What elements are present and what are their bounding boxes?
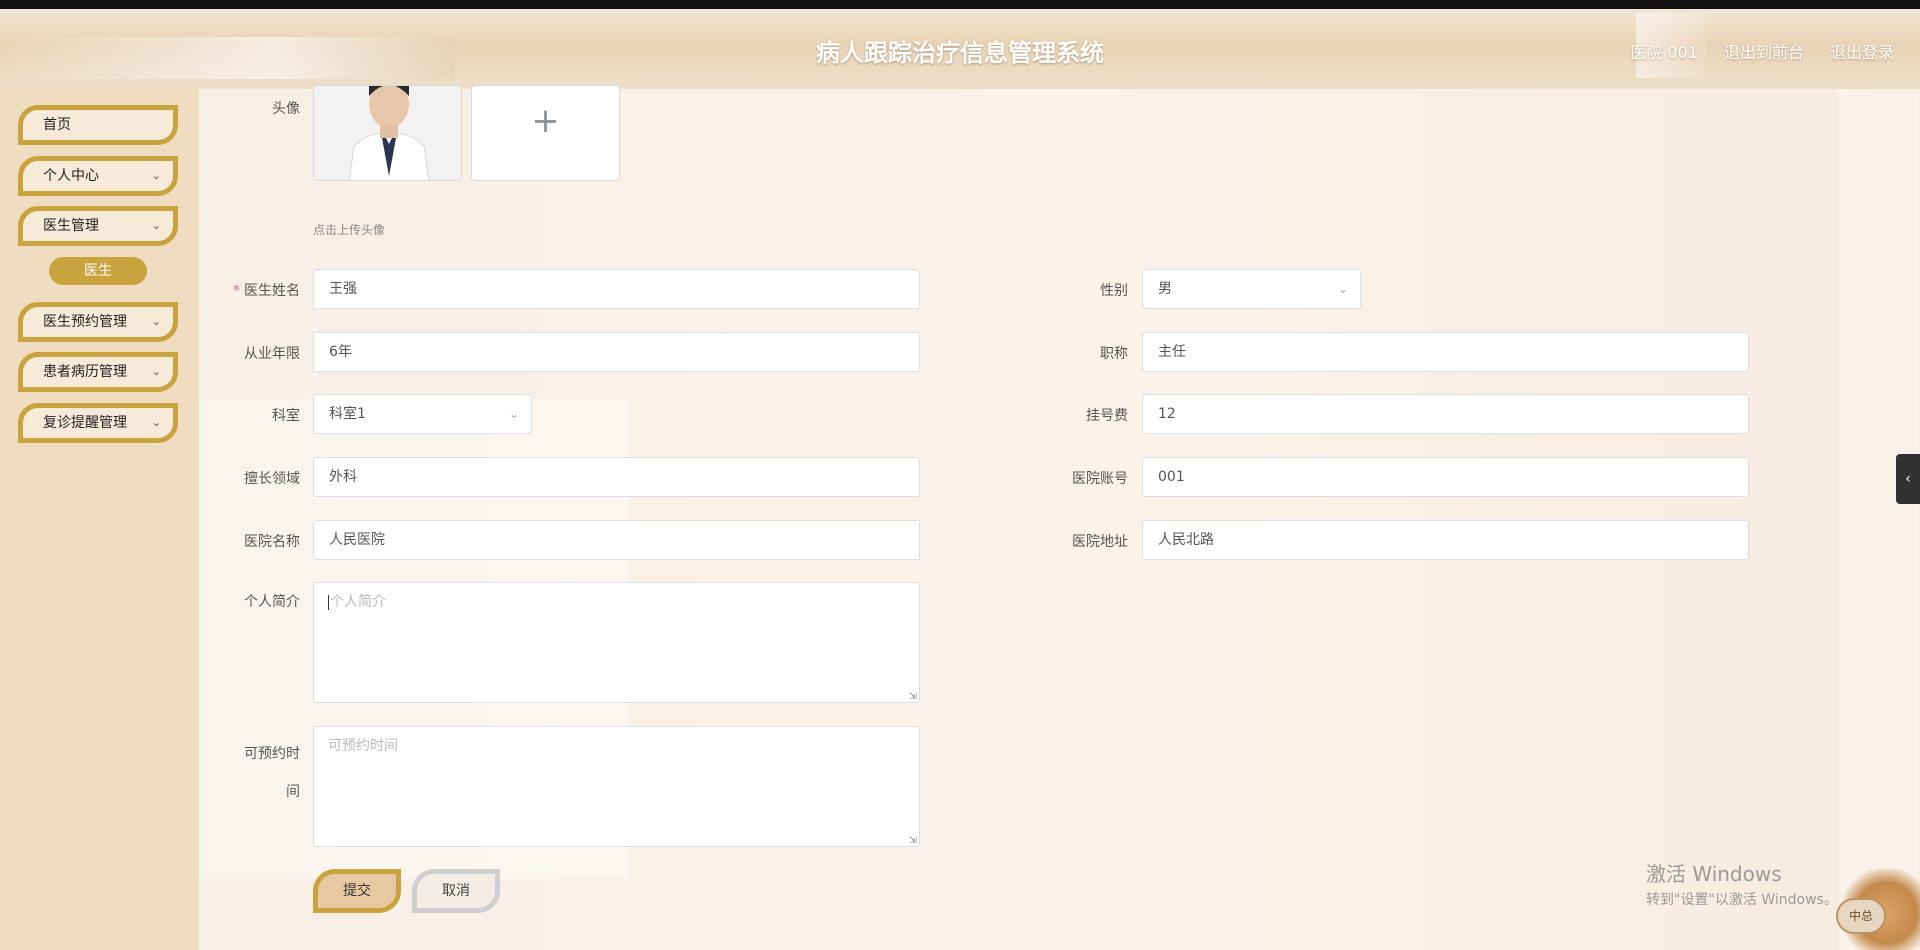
exit-to-front-link[interactable]: 退出到前台 — [1724, 39, 1804, 63]
sidebar-item-label: 首页 — [43, 117, 71, 133]
sidebar-item-medical-record-management[interactable]: 患者病历管理 ⌄ — [18, 352, 178, 392]
header-actions: 医院 001 退出到前台 退出登录 — [1630, 39, 1894, 63]
chevron-down-icon: ⌄ — [508, 407, 519, 421]
years-input[interactable]: 6年 — [313, 332, 920, 372]
resize-handle-icon[interactable]: ⇲ — [909, 835, 917, 846]
sidebar-item-label: 医生预约管理 — [43, 314, 127, 330]
chevron-down-icon: ⌄ — [151, 315, 161, 328]
mascot-badge: 中总 — [1836, 898, 1886, 934]
sidebar-item-label: 患者病历管理 — [43, 364, 127, 380]
app-header: 病人跟踪治疗信息管理系统 医院 001 退出到前台 退出登录 — [0, 9, 1920, 89]
gender-label: 性别 — [1100, 283, 1128, 299]
sidebar-item-personal-center[interactable]: 个人中心 ⌄ — [18, 156, 178, 196]
avatar-label: 头像 — [272, 101, 300, 117]
required-mark: * — [233, 283, 240, 299]
intro-textarea[interactable]: 个人简介 ⇲ — [313, 582, 920, 703]
available-time-label-line1: 可预约时 — [244, 746, 300, 762]
watermark-line2: 转到"设置"以激活 Windows。 — [1646, 892, 1838, 908]
hospital-name-input[interactable]: 人民医院 — [313, 520, 920, 560]
doctor-avatar-icon — [314, 86, 461, 180]
hospital-name-label: 医院名称 — [244, 534, 300, 550]
logout-link[interactable]: 退出登录 — [1830, 39, 1894, 63]
watermark-line1: 激活 Windows — [1646, 862, 1782, 886]
available-time-label-line2: 间 — [286, 784, 300, 800]
sidebar-item-followup-reminder-management[interactable]: 复诊提醒管理 ⌄ — [18, 403, 178, 443]
chevron-left-icon: ‹ — [1905, 471, 1911, 487]
chevron-down-icon: ⌄ — [151, 169, 161, 182]
chevron-down-icon: ⌄ — [1337, 282, 1348, 296]
fee-input[interactable]: 12 — [1142, 394, 1749, 434]
submit-button[interactable]: 提交 — [313, 869, 401, 913]
title-input[interactable]: 主任 — [1142, 332, 1749, 372]
department-value: 科室1 — [329, 406, 366, 422]
text-caret — [328, 594, 329, 610]
sidebar: 首页 个人中心 ⌄ 医生管理 ⌄ 医生 医生预约管理 ⌄ 患者病历管理 ⌄ 复诊… — [0, 89, 199, 950]
hospital-account-input[interactable]: 001 — [1142, 457, 1749, 497]
sidebar-item-label: 复诊提醒管理 — [43, 415, 127, 431]
gender-select[interactable]: 男 ⌄ — [1142, 269, 1361, 309]
department-label: 科室 — [272, 408, 300, 424]
top-strip — [0, 0, 1920, 9]
upload-tip: 点击上传头像 — [313, 223, 386, 237]
years-label: 从业年限 — [244, 346, 300, 362]
specialty-label: 擅长领域 — [244, 471, 300, 487]
intro-placeholder: 个人简介 — [330, 594, 386, 610]
specialty-input[interactable]: 外科 — [313, 457, 920, 497]
gender-value: 男 — [1158, 281, 1172, 297]
hospital-address-input[interactable]: 人民北路 — [1142, 520, 1749, 560]
hospital-account-label: 医院账号 — [1072, 471, 1128, 487]
sidebar-item-label: 个人中心 — [43, 168, 99, 184]
cancel-button[interactable]: 取消 — [412, 869, 500, 913]
available-time-label: 可预约时 间 — [220, 735, 300, 811]
available-time-placeholder: 可预约时间 — [328, 738, 398, 754]
background-decoration — [1839, 89, 1919, 950]
windows-activation-watermark: 激活 Windows 转到"设置"以激活 Windows。 — [1646, 858, 1838, 909]
chevron-down-icon: ⌄ — [151, 416, 161, 429]
sidebar-subitem-doctor[interactable]: 医生 — [49, 257, 147, 285]
side-panel-toggle[interactable]: ‹ — [1896, 454, 1920, 504]
hospital-address-label: 医院地址 — [1072, 534, 1128, 550]
department-select[interactable]: 科室1 ⌄ — [313, 394, 532, 434]
sidebar-item-label: 医生管理 — [43, 218, 99, 234]
intro-label: 个人简介 — [244, 594, 300, 610]
sidebar-item-home[interactable]: 首页 — [18, 105, 178, 145]
sidebar-item-appointment-management[interactable]: 医生预约管理 ⌄ — [18, 302, 178, 342]
doctor-name-input[interactable]: 王强 — [313, 269, 920, 309]
chevron-down-icon: ⌄ — [151, 365, 161, 378]
fee-label: 挂号费 — [1086, 408, 1128, 424]
chevron-down-icon: ⌄ — [151, 219, 161, 232]
avatar-upload-button[interactable]: + — [471, 85, 620, 181]
resize-handle-icon[interactable]: ⇲ — [909, 691, 917, 702]
dog-mascot-icon[interactable]: 中总 — [1836, 868, 1920, 950]
avatar-image[interactable] — [313, 85, 462, 181]
doctor-name-label-text: 医生姓名 — [244, 283, 300, 299]
doctor-name-label: * 医生姓名 — [220, 280, 300, 300]
sidebar-item-doctor-management[interactable]: 医生管理 ⌄ — [18, 206, 178, 246]
current-user: 医院 001 — [1630, 43, 1698, 62]
title-label: 职称 — [1100, 346, 1128, 362]
available-time-textarea[interactable]: 可预约时间 ⇲ — [313, 726, 920, 847]
